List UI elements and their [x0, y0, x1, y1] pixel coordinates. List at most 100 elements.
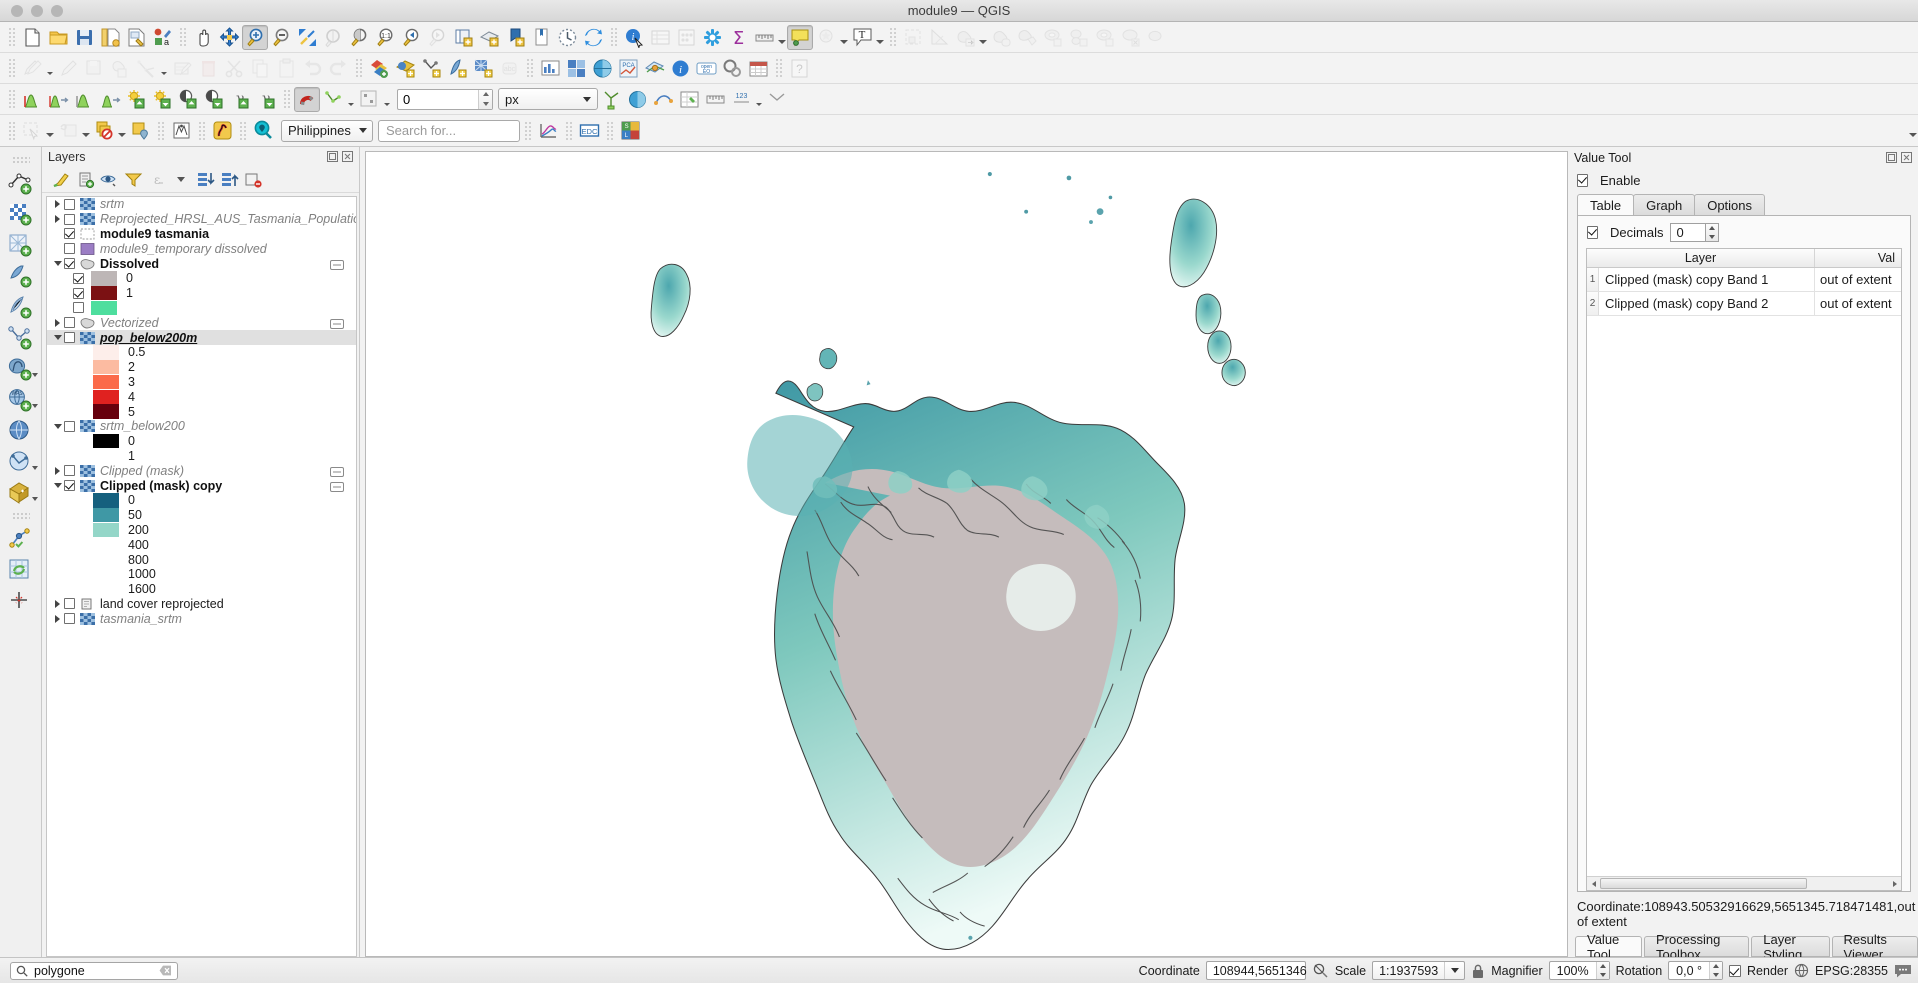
- statistical-summary-icon[interactable]: [699, 25, 725, 50]
- map-tips-icon[interactable]: [787, 24, 813, 50]
- bookmarks-dropdown-caret[interactable]: [839, 25, 849, 50]
- tab-options[interactable]: Options: [1694, 194, 1766, 215]
- deselect-caret[interactable]: [117, 118, 127, 143]
- enable-checkbox[interactable]: [1577, 174, 1588, 187]
- fill-ring-icon[interactable]: [1092, 25, 1118, 50]
- open-data-source-manager-icon[interactable]: [366, 56, 392, 81]
- refresh-table-icon[interactable]: [3, 555, 39, 585]
- new-shapefile-layer-icon[interactable]: [3, 168, 39, 198]
- snap-unit-combo[interactable]: px: [498, 88, 598, 110]
- layout-manager-icon[interactable]: [123, 25, 149, 50]
- coordinate-field[interactable]: 108944,5651346: [1205, 961, 1307, 980]
- layer-visibility-checkbox[interactable]: [64, 420, 75, 432]
- value-table-hscrollbar[interactable]: [1587, 876, 1901, 890]
- enable-tracing-icon[interactable]: [650, 87, 676, 112]
- table-row[interactable]: 2 Clipped (mask) copy Band 2 out of extent: [1587, 292, 1901, 316]
- attribute-table-icon[interactable]: [647, 25, 673, 50]
- digit-caret[interactable]: [754, 87, 764, 112]
- raster-calculator-icon[interactable]: [563, 56, 589, 81]
- gears-plugin-icon[interactable]: [719, 56, 745, 81]
- locator-search-box[interactable]: polygone: [10, 961, 178, 980]
- pan-to-selection-icon[interactable]: [216, 25, 242, 50]
- clear-search-icon[interactable]: [159, 965, 172, 976]
- new-temp-scratch-layer-icon[interactable]: [3, 292, 39, 322]
- new-print-layout2-icon[interactable]: [502, 25, 528, 50]
- add-postgis-layer-icon[interactable]: [3, 354, 39, 384]
- layer-filter-indicator-icon[interactable]: [330, 318, 344, 329]
- select-features-caret[interactable]: [45, 118, 55, 143]
- decrease-gamma-icon[interactable]: γ: [253, 87, 279, 112]
- measure-bar-icon[interactable]: [702, 87, 728, 112]
- edc-icon[interactable]: EDC: [576, 118, 602, 143]
- chevron-down-icon[interactable]: [31, 466, 38, 470]
- toolbar-grip[interactable]: [354, 57, 363, 79]
- add-wms-layer-icon[interactable]: [392, 56, 418, 81]
- layer-visibility-checkbox[interactable]: [64, 317, 75, 329]
- plot-toolbox-icon[interactable]: [535, 118, 561, 143]
- bottom-tab-results-viewer[interactable]: Results Viewer: [1831, 932, 1918, 962]
- legend-symbol-item[interactable]: [47, 300, 356, 316]
- snap-tolerance-spinbox[interactable]: [397, 88, 493, 110]
- legend-symbol-item[interactable]: 1: [47, 285, 356, 301]
- layer-tree-item[interactable]: module9_temporary dissolved: [47, 241, 356, 256]
- vertex-editor-icon[interactable]: [676, 87, 702, 112]
- symbol-visibility-checkbox[interactable]: [73, 287, 84, 299]
- style-manager-icon[interactable]: a: [149, 25, 175, 50]
- vertex-tool-icon[interactable]: [133, 56, 159, 81]
- help-icon[interactable]: ?: [786, 56, 812, 81]
- chevron-down-icon[interactable]: [51, 483, 64, 488]
- text-annotation-icon[interactable]: T: [849, 25, 875, 50]
- chevron-down-icon[interactable]: [1444, 962, 1464, 979]
- legend-symbol-item[interactable]: 800: [47, 552, 356, 567]
- zoom-in-icon[interactable]: [242, 24, 268, 50]
- save-project-icon[interactable]: [71, 25, 97, 50]
- cut-features-icon[interactable]: [221, 56, 247, 81]
- simplify-feature-icon[interactable]: [1014, 25, 1040, 50]
- georeferencer-icon[interactable]: [641, 56, 667, 81]
- legend-symbol-item[interactable]: 0.5: [47, 345, 356, 360]
- vtoolbar-grip[interactable]: [11, 156, 30, 164]
- close-value-tool-button[interactable]: [1901, 152, 1912, 163]
- toolbar-grip[interactable]: [178, 26, 187, 48]
- select-features-icon[interactable]: [19, 118, 45, 143]
- toolbar-grip[interactable]: [605, 119, 614, 142]
- filter-expression-caret[interactable]: [170, 169, 192, 191]
- topology-checker-icon[interactable]: [598, 87, 624, 112]
- toolbar-grip[interactable]: [888, 26, 897, 48]
- add-mesh-layer-icon[interactable]: [470, 56, 496, 81]
- add-delimited-text-icon[interactable]: abc: [496, 56, 522, 81]
- manage-visibility-icon[interactable]: [98, 169, 120, 191]
- place-combo[interactable]: Philippines: [281, 119, 373, 142]
- magnifier-stepper[interactable]: [1595, 962, 1609, 979]
- toggle-editing-icon[interactable]: [55, 56, 81, 81]
- layer-tree-item[interactable]: Clipped (mask): [47, 463, 356, 478]
- lock-scale-icon[interactable]: [1471, 963, 1485, 979]
- chevron-right-icon[interactable]: [51, 615, 64, 623]
- toolbar-grip[interactable]: [197, 119, 206, 142]
- select-by-value-icon[interactable]: [55, 118, 81, 143]
- histogram-plot-icon[interactable]: [537, 56, 563, 81]
- layer-tree-item[interactable]: srtm_below200: [47, 419, 356, 434]
- measure-dropdown-caret[interactable]: [777, 25, 787, 50]
- chevron-down-icon[interactable]: [31, 373, 38, 377]
- legend-symbol-item[interactable]: 1000: [47, 567, 356, 582]
- toolbar-grip[interactable]: [609, 26, 618, 48]
- layer-visibility-checkbox[interactable]: [64, 213, 75, 225]
- info-plugin-icon[interactable]: i: [667, 56, 693, 81]
- delete-ring-icon[interactable]: [1118, 25, 1144, 50]
- current-edits-caret[interactable]: [45, 56, 55, 81]
- coordinate-capture-icon[interactable]: [1312, 962, 1329, 979]
- scale-combo[interactable]: 1:1937593: [1372, 961, 1466, 980]
- decrease-brightness-icon[interactable]: [149, 87, 175, 112]
- layer-tree-item[interactable]: Dissolved: [47, 256, 356, 271]
- bottom-tab-processing-toolbox[interactable]: Processing Toolbox: [1643, 932, 1750, 962]
- save-layer-edits-icon[interactable]: [81, 56, 107, 81]
- chevron-right-icon[interactable]: [51, 200, 64, 208]
- layer-tree-item[interactable]: land cover reprojected: [47, 597, 356, 612]
- decimals-stepper[interactable]: [1706, 223, 1720, 242]
- snapping-magnet-icon[interactable]: [294, 86, 320, 112]
- tab-table[interactable]: Table: [1577, 194, 1635, 215]
- pca-icon[interactable]: PCA: [615, 56, 641, 81]
- magnifier-spinbox[interactable]: 100%: [1548, 961, 1610, 980]
- layer-visibility-checkbox[interactable]: [64, 480, 75, 492]
